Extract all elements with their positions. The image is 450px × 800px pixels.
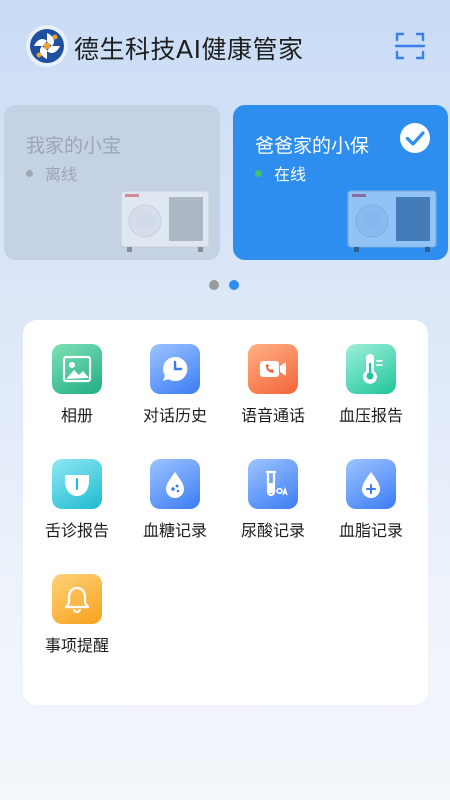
menu-item-label: 对话历史: [142, 406, 207, 425]
device-image: [347, 190, 437, 252]
function-panel: 相册 对话历史 语音通话 血压报告 舌诊报告 血糖记录 尿酸记录 血脂记录 事项…: [23, 320, 428, 705]
device-name: 我家的小宝: [26, 135, 122, 157]
device-name: 爸爸家的小保: [255, 135, 370, 157]
page-dot-2[interactable]: [229, 280, 239, 290]
carousel-indicator: [209, 280, 239, 290]
device-card-2[interactable]: 爸爸家的小保 在线: [233, 105, 448, 260]
device-card-1[interactable]: 我家的小宝 离线: [4, 105, 220, 260]
device-status-text: 离线: [45, 165, 78, 184]
tongue-icon: [52, 459, 102, 509]
menu-item-label: 事项提醒: [44, 636, 109, 655]
offline-dot-icon: [26, 169, 33, 177]
photo-album-icon: [52, 344, 102, 394]
app-title: 德生科技AI健康管家: [74, 35, 304, 64]
menu-item-label: 血糖记录: [142, 521, 207, 540]
device-status-text: 在线: [274, 165, 307, 184]
online-dot-icon: [255, 169, 262, 177]
menu-item-label: 尿酸记录: [240, 521, 305, 540]
scan-icon[interactable]: [394, 30, 426, 62]
menu-item-blood-pressure[interactable]: 血压报告: [322, 344, 420, 444]
blood-drop-icon: [150, 459, 200, 509]
menu-item-blood-sugar[interactable]: 血糖记录: [126, 459, 224, 559]
menu-item-label: 血脂记录: [338, 521, 403, 540]
video-call-icon: [248, 344, 298, 394]
menu-item-blood-lipid[interactable]: 血脂记录: [322, 459, 420, 559]
device-status: 在线: [255, 163, 307, 184]
test-tube-icon: [248, 459, 298, 509]
thermometer-icon: [346, 344, 396, 394]
clock-history-icon: [150, 344, 200, 394]
menu-item-album[interactable]: 相册: [28, 344, 126, 444]
menu-item-label: 相册: [60, 406, 93, 425]
company-logo-icon: [26, 25, 68, 67]
menu-item-tongue-report[interactable]: 舌诊报告: [28, 459, 126, 559]
bell-icon: [52, 574, 102, 624]
menu-item-label: 舌诊报告: [44, 521, 109, 540]
menu-item-voice-call[interactable]: 语音通话: [224, 344, 322, 444]
lipid-drop-icon: [346, 459, 396, 509]
device-status: 离线: [26, 163, 78, 184]
check-icon: [400, 123, 430, 153]
menu-item-label: 语音通话: [240, 406, 305, 425]
menu-item-uric-acid[interactable]: 尿酸记录: [224, 459, 322, 559]
menu-item-chat-history[interactable]: 对话历史: [126, 344, 224, 444]
menu-item-reminder[interactable]: 事项提醒: [28, 574, 126, 674]
header: 德生科技AI健康管家: [0, 0, 450, 90]
menu-item-label: 血压报告: [338, 406, 403, 425]
page-dot-1[interactable]: [209, 280, 219, 290]
device-image: [120, 190, 210, 252]
